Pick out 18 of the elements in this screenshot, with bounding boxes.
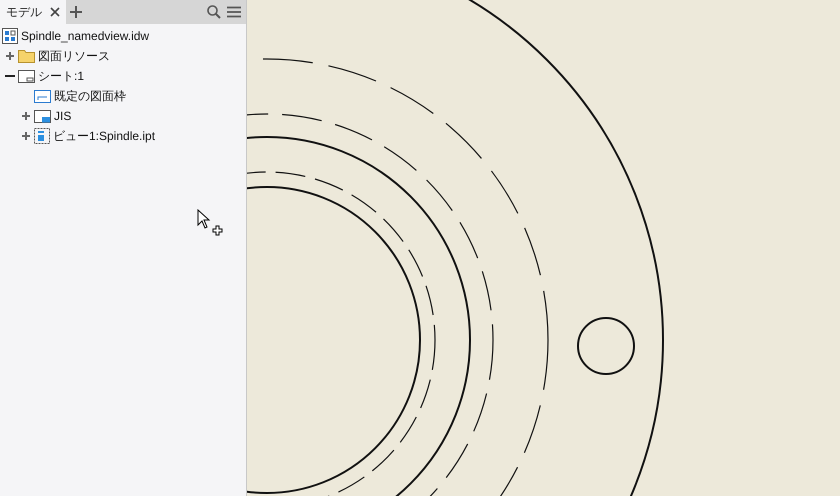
search-icon[interactable]: [207, 5, 221, 19]
tree-item-label[interactable]: 図面リソース: [38, 48, 110, 64]
title-block-icon: [34, 110, 51, 122]
border-icon: [34, 90, 51, 102]
menu-icon[interactable]: [227, 6, 241, 18]
tree-item-label[interactable]: 既定の図面枠: [54, 88, 126, 104]
sheet-icon: [18, 70, 35, 82]
model-tab[interactable]: モデル: [0, 0, 66, 24]
add-tab-icon[interactable]: [70, 6, 82, 18]
view-icon: [34, 128, 50, 144]
tree-item-label[interactable]: JIS: [54, 109, 72, 123]
tree-item-label[interactable]: ビュー1:Spindle.ipt: [53, 128, 156, 144]
tree-item-label[interactable]: Spindle_namedview.idw: [21, 29, 150, 43]
expand-icon[interactable]: [5, 51, 15, 61]
cursor-icon: [197, 209, 223, 237]
close-icon[interactable]: [50, 7, 60, 17]
tree-item-label[interactable]: シート:1: [38, 68, 84, 84]
folder-icon: [18, 49, 35, 63]
